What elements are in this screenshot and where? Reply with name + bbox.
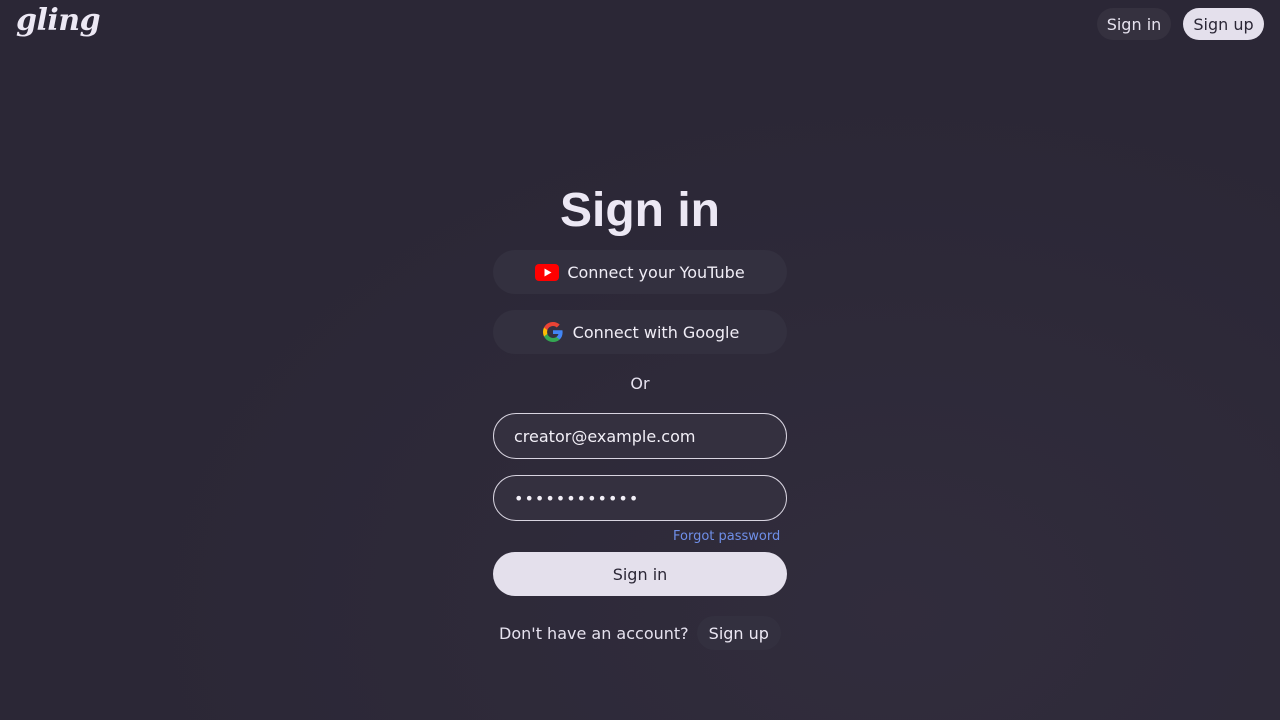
page-title: Sign in [560,184,720,237]
forgot-password-link[interactable]: Forgot password [673,529,780,544]
or-divider: Or [630,374,650,393]
youtube-icon [535,263,560,281]
password-field[interactable] [493,475,787,521]
connect-youtube-button[interactable]: Connect your YouTube [493,250,787,294]
sign-in-submit-button[interactable]: Sign in [493,552,787,596]
footer-sign-up-button[interactable]: Sign up [696,616,781,650]
gling-logo[interactable]: gling [16,3,101,38]
google-icon [541,320,565,344]
email-field[interactable] [493,413,787,459]
connect-google-label: Connect with Google [572,322,740,342]
header-sign-in-button[interactable]: Sign in [1097,8,1171,40]
background-glow [0,0,1280,720]
signup-prompt: Don't have an account? Sign up [0,616,1280,650]
no-account-text: Don't have an account? [499,623,689,643]
connect-youtube-label: Connect your YouTube [567,262,745,282]
header-sign-up-button[interactable]: Sign up [1183,8,1264,40]
connect-google-button[interactable]: Connect with Google [493,310,787,354]
top-bar: gling Sign in Sign up [0,0,1280,48]
